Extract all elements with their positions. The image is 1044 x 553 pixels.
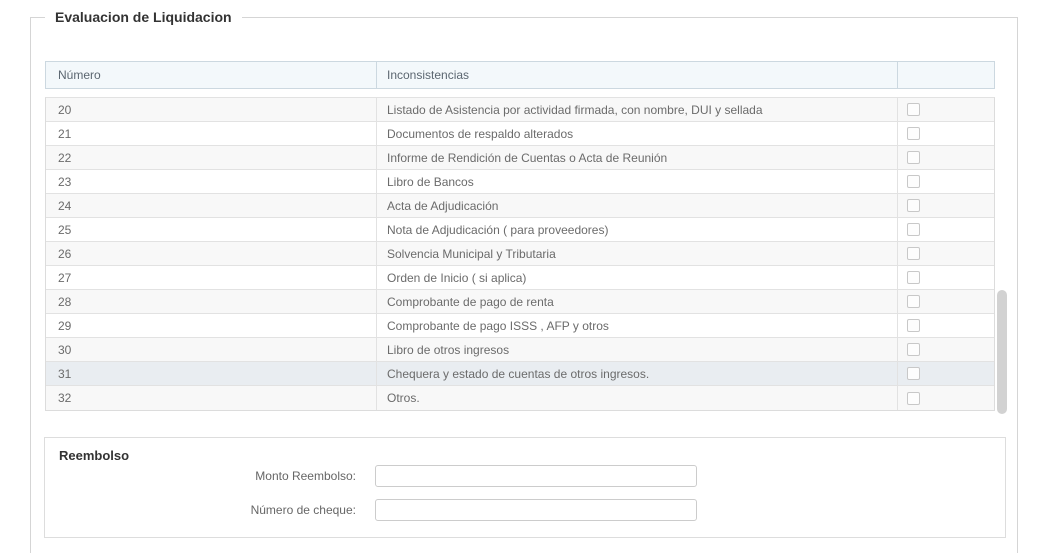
section-title: Evaluacion de Liquidacion [45,9,242,25]
numero-cell: 21 [46,122,376,145]
row-checkbox[interactable] [907,127,920,140]
inconsistencia-cell: Comprobante de pago de renta [376,290,897,313]
checkbox-cell [897,194,994,217]
numero-cell: 24 [46,194,376,217]
table-row: 23Libro de Bancos [46,170,994,194]
monto-reembolso-row: Monto Reembolso: [45,465,1005,487]
numero-cell: 22 [46,146,376,169]
inconsistencia-cell: Listado de Asistencia por actividad firm… [376,98,897,121]
reembolso-title: Reembolso [59,448,129,463]
numero-cell: 29 [46,314,376,337]
page: Evaluacion de Liquidacion Número Inconsi… [0,0,1044,553]
inconsistencia-cell: Chequera y estado de cuentas de otros in… [376,362,897,385]
monto-reembolso-label: Monto Reembolso: [45,469,375,483]
inconsistencia-cell: Otros. [376,386,897,410]
checkbox-cell [897,242,994,265]
table-row: 30Libro de otros ingresos [46,338,994,362]
checkbox-cell [897,314,994,337]
inconsistencia-cell: Libro de Bancos [376,170,897,193]
checkbox-cell [897,338,994,361]
table-row: 28Comprobante de pago de renta [46,290,994,314]
column-header-inconsistencias: Inconsistencias [376,62,897,88]
table-row: 27Orden de Inicio ( si aplica) [46,266,994,290]
numero-cell: 25 [46,218,376,241]
inconsistencia-cell: Libro de otros ingresos [376,338,897,361]
monto-reembolso-input[interactable] [375,465,697,487]
row-checkbox[interactable] [907,367,920,380]
table-row: 26Solvencia Municipal y Tributaria [46,242,994,266]
numero-cell: 32 [46,386,376,410]
row-checkbox[interactable] [907,175,920,188]
inconsistencia-cell: Orden de Inicio ( si aplica) [376,266,897,289]
checkbox-cell [897,218,994,241]
row-checkbox[interactable] [907,343,920,356]
row-checkbox[interactable] [907,103,920,116]
inconsistencia-cell: Acta de Adjudicación [376,194,897,217]
numero-cheque-label: Número de cheque: [45,503,375,517]
row-checkbox[interactable] [907,151,920,164]
table-row: 20Listado de Asistencia por actividad fi… [46,98,994,122]
row-checkbox[interactable] [907,392,920,405]
row-checkbox[interactable] [907,271,920,284]
reembolso-section: Reembolso Monto Reembolso: Número de che… [44,437,1006,538]
checkbox-cell [897,290,994,313]
checkbox-cell [897,146,994,169]
checkbox-cell [897,122,994,145]
evaluacion-liquidacion-section: Evaluacion de Liquidacion Número Inconsi… [30,9,1018,553]
numero-cell: 31 [46,362,376,385]
table-body: 20Listado de Asistencia por actividad fi… [45,97,995,411]
table-row: 29Comprobante de pago ISSS , AFP y otros [46,314,994,338]
table-row: 24Acta de Adjudicación [46,194,994,218]
table-header: Número Inconsistencias [45,61,995,89]
table-row: 32Otros. [46,386,994,410]
row-checkbox[interactable] [907,199,920,212]
row-checkbox[interactable] [907,319,920,332]
inconsistencia-cell: Nota de Adjudicación ( para proveedores) [376,218,897,241]
numero-cheque-input[interactable] [375,499,697,521]
checkbox-cell [897,170,994,193]
numero-cell: 30 [46,338,376,361]
row-checkbox[interactable] [907,223,920,236]
inconsistencia-cell: Documentos de respaldo alterados [376,122,897,145]
inconsistencia-cell: Solvencia Municipal y Tributaria [376,242,897,265]
checkbox-cell [897,98,994,121]
inconsistencia-cell: Informe de Rendición de Cuentas o Acta d… [376,146,897,169]
numero-cell: 26 [46,242,376,265]
checkbox-cell [897,362,994,385]
row-checkbox[interactable] [907,247,920,260]
inconsistencia-cell: Comprobante de pago ISSS , AFP y otros [376,314,897,337]
numero-cheque-row: Número de cheque: [45,499,1005,521]
numero-cell: 20 [46,98,376,121]
numero-cell: 28 [46,290,376,313]
row-checkbox[interactable] [907,295,920,308]
column-header-checkbox [897,62,994,88]
numero-cell: 23 [46,170,376,193]
table-row: 21Documentos de respaldo alterados [46,122,994,146]
checkbox-cell [897,386,994,410]
checkbox-cell [897,266,994,289]
table-row: 31Chequera y estado de cuentas de otros … [46,362,994,386]
scrollbar-thumb[interactable] [997,290,1007,414]
table-row: 25Nota de Adjudicación ( para proveedore… [46,218,994,242]
table-row: 22Informe de Rendición de Cuentas o Acta… [46,146,994,170]
numero-cell: 27 [46,266,376,289]
column-header-numero: Número [46,62,376,88]
